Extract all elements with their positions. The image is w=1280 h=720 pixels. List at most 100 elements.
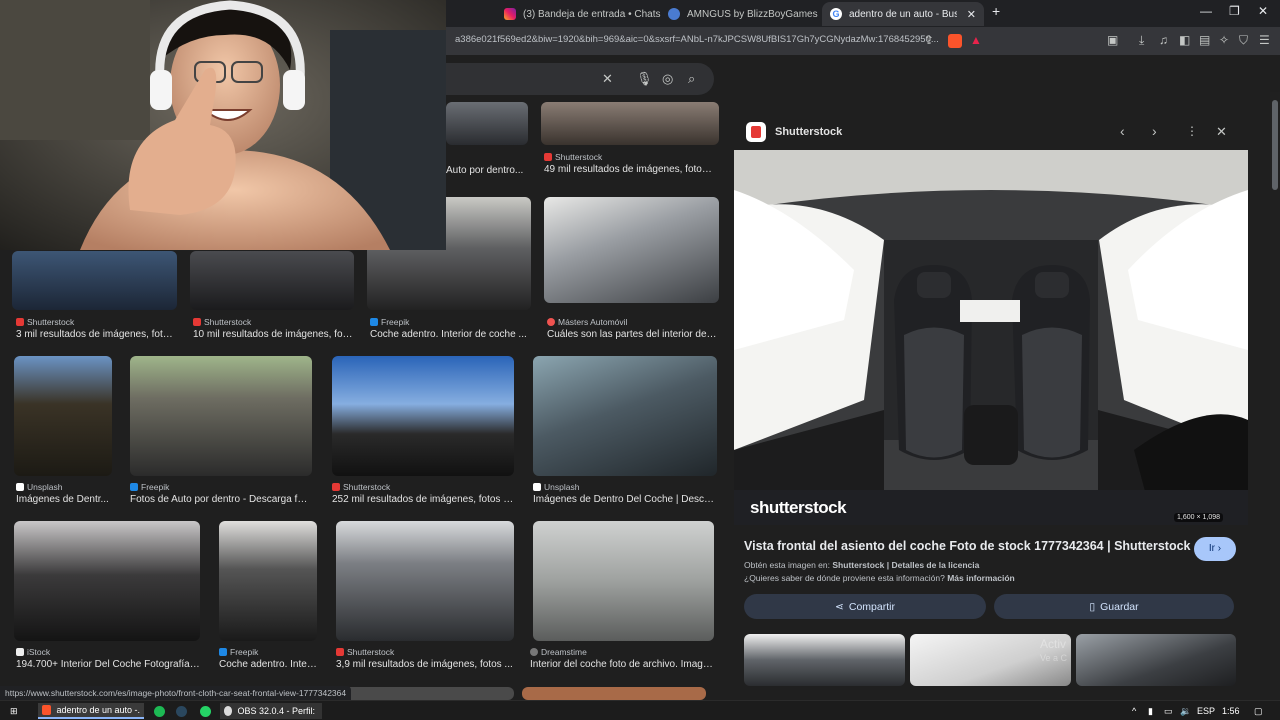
steam-icon[interactable] bbox=[172, 703, 191, 719]
source-label: Freepik bbox=[230, 647, 259, 657]
clock[interactable]: 1:56 bbox=[1218, 703, 1244, 719]
scrollbar[interactable] bbox=[1270, 92, 1280, 700]
start-icon[interactable]: ⊞ bbox=[6, 703, 22, 719]
result-thumb[interactable] bbox=[12, 251, 177, 310]
minimize-icon[interactable]: — bbox=[1200, 4, 1212, 18]
result-title[interactable]: Imágenes de Dentro Del Coche | Descar... bbox=[533, 494, 717, 505]
ai-icon[interactable]: ✧ bbox=[1219, 33, 1229, 47]
result-title[interactable]: 252 mil resultados de imágenes, fotos d.… bbox=[332, 494, 514, 505]
clear-icon[interactable]: ✕ bbox=[602, 71, 613, 87]
result-thumb[interactable] bbox=[446, 102, 528, 145]
result-thumb[interactable] bbox=[544, 197, 719, 303]
scrollbar-thumb[interactable] bbox=[1272, 100, 1278, 190]
taskbar: ⊞ adentro de un auto -... OBS 32.0.4 - P… bbox=[0, 700, 1280, 720]
shutterstock-icon bbox=[544, 153, 552, 161]
preview-image[interactable]: shutterstock 1,600 × 1,098 bbox=[734, 150, 1248, 525]
lens-icon[interactable]: ◎ bbox=[662, 71, 673, 87]
share-icon[interactable]: ⇪ bbox=[924, 33, 934, 47]
restore-icon[interactable]: ❐ bbox=[1229, 4, 1240, 18]
tray-chevron-icon[interactable]: ^ bbox=[1128, 703, 1140, 719]
tab-amngus[interactable]: AMNGUS by BlizzBoyGames bbox=[660, 2, 826, 26]
result-thumb[interactable] bbox=[336, 521, 514, 641]
result-thumb[interactable] bbox=[336, 687, 514, 700]
close-window-icon[interactable]: ✕ bbox=[1258, 4, 1268, 18]
shutterstock-logo-icon bbox=[746, 122, 766, 142]
wallet-icon[interactable]: ▤ bbox=[1199, 33, 1210, 47]
go-label: Ir bbox=[1208, 543, 1215, 554]
network-icon[interactable]: ▭ bbox=[1160, 703, 1177, 719]
tab-label: (3) Bandeja de entrada • Chats bbox=[523, 8, 661, 20]
more-info-link[interactable]: Más información bbox=[947, 573, 1015, 583]
prev-icon[interactable]: ‹ bbox=[1120, 123, 1125, 139]
tab-inbox[interactable]: (3) Bandeja de entrada • Chats bbox=[496, 2, 668, 26]
freepik-icon bbox=[219, 648, 227, 656]
taskbar-obs[interactable]: OBS 32.0.4 - Perfil: Si... bbox=[220, 703, 322, 719]
result-title[interactable]: Cuáles son las partes del interior de ..… bbox=[547, 329, 717, 340]
new-tab-icon[interactable]: + bbox=[992, 3, 1000, 19]
media-icon[interactable]: ♫ bbox=[1159, 33, 1168, 47]
brave-shield-icon[interactable] bbox=[948, 34, 962, 48]
search-icon[interactable]: ⌕ bbox=[688, 71, 695, 87]
result-title[interactable]: 49 mil resultados de imágenes, fotos ... bbox=[544, 164, 716, 175]
share-button[interactable]: ⋖ Compartir bbox=[744, 594, 986, 619]
freepik-icon bbox=[370, 318, 378, 326]
result-title[interactable]: Interior del coche foto de archivo. Imag… bbox=[530, 659, 714, 670]
result-thumb[interactable] bbox=[190, 251, 354, 310]
related-thumb[interactable] bbox=[1076, 634, 1236, 686]
status-bar-url: https://www.shutterstock.com/es/image-ph… bbox=[0, 686, 352, 700]
result-thumb[interactable] bbox=[14, 356, 112, 476]
taskbar-obs-label: OBS 32.0.4 - Perfil: Si... bbox=[237, 706, 318, 716]
url-text[interactable]: a386e021f569ed2&biw=1920&bih=969&aic=0&s… bbox=[455, 34, 939, 45]
result-thumb[interactable] bbox=[533, 521, 714, 641]
related-thumb[interactable] bbox=[744, 634, 905, 686]
reader-icon[interactable]: ▣ bbox=[1107, 33, 1118, 47]
close-panel-icon[interactable]: ✕ bbox=[1216, 124, 1227, 140]
result-title[interactable]: 194.700+ Interior Del Coche Fotografías … bbox=[16, 659, 200, 670]
license-source[interactable]: Shutterstock bbox=[832, 560, 884, 570]
save-button[interactable]: ▯ Guardar bbox=[994, 594, 1234, 619]
result-thumb[interactable] bbox=[533, 356, 717, 476]
mic-icon[interactable]: 🎙 bbox=[636, 71, 653, 87]
result-source: Shutterstock bbox=[332, 482, 390, 492]
taskbar-browser[interactable]: adentro de un auto -... bbox=[38, 703, 144, 719]
result-title[interactable]: 10 mil resultados de imágenes, fot... bbox=[193, 329, 353, 340]
panel-source[interactable]: Shutterstock bbox=[775, 126, 842, 138]
notifications-icon[interactable]: ▢ bbox=[1250, 703, 1267, 719]
result-title[interactable]: Imágenes de Dentr... bbox=[16, 494, 112, 505]
language-indicator[interactable]: ESP bbox=[1193, 703, 1219, 719]
panel-title[interactable]: Vista frontal del asiento del coche Foto… bbox=[744, 539, 1228, 553]
result-thumb[interactable] bbox=[14, 521, 200, 641]
tab-search[interactable]: G adentro de un auto - Buscar con ✕ bbox=[822, 2, 984, 26]
site-icon bbox=[668, 8, 680, 20]
result-title[interactable]: Fotos de Auto por dentro - Descarga fot.… bbox=[130, 494, 312, 505]
rewards-icon[interactable]: ▲ bbox=[970, 33, 982, 47]
vpn-icon[interactable]: ⛉ bbox=[1239, 33, 1248, 48]
dreamstime-icon bbox=[530, 648, 538, 656]
result-title[interactable]: 3,9 mil resultados de imágenes, fotos ..… bbox=[336, 659, 514, 670]
whatsapp-icon[interactable] bbox=[196, 703, 215, 719]
result-thumb[interactable] bbox=[541, 102, 719, 145]
license-link[interactable]: | Detalles de la licencia bbox=[887, 560, 980, 570]
more-icon[interactable]: ⋮ bbox=[1186, 124, 1198, 138]
menu-icon[interactable]: ☰ bbox=[1259, 33, 1270, 47]
result-title[interactable]: Coche adentro. Inter... bbox=[219, 659, 317, 670]
next-icon[interactable]: › bbox=[1152, 123, 1157, 139]
sidebar-icon[interactable]: ◧ bbox=[1179, 33, 1190, 47]
result-source: Freepik bbox=[370, 317, 409, 327]
result-title[interactable]: 3 mil resultados de imágenes, foto... bbox=[16, 329, 176, 340]
result-thumb[interactable] bbox=[219, 521, 317, 641]
go-button[interactable]: Ir › bbox=[1194, 537, 1236, 561]
spotify-icon[interactable] bbox=[150, 703, 169, 719]
search-box[interactable]: ✕ 🎙 ◎ ⌕ bbox=[420, 63, 714, 95]
license-line: Obtén esta imagen en: Shutterstock | Det… bbox=[744, 560, 979, 570]
result-title[interactable]: Coche adentro. Interior de coche ... bbox=[370, 329, 530, 340]
watermark-logo: shutterstock bbox=[750, 498, 847, 517]
close-tab-icon[interactable]: ✕ bbox=[967, 8, 976, 21]
download-icon[interactable]: ⤓ bbox=[1139, 33, 1144, 48]
result-thumb[interactable] bbox=[522, 687, 706, 700]
mic-tray-icon[interactable]: ▮ bbox=[1144, 703, 1157, 719]
result-title[interactable]: Auto por dentro... bbox=[446, 165, 526, 176]
result-thumb[interactable] bbox=[130, 356, 312, 476]
origin-line: ¿Quieres saber de dónde proviene esta in… bbox=[744, 573, 1015, 583]
result-thumb[interactable] bbox=[332, 356, 514, 476]
